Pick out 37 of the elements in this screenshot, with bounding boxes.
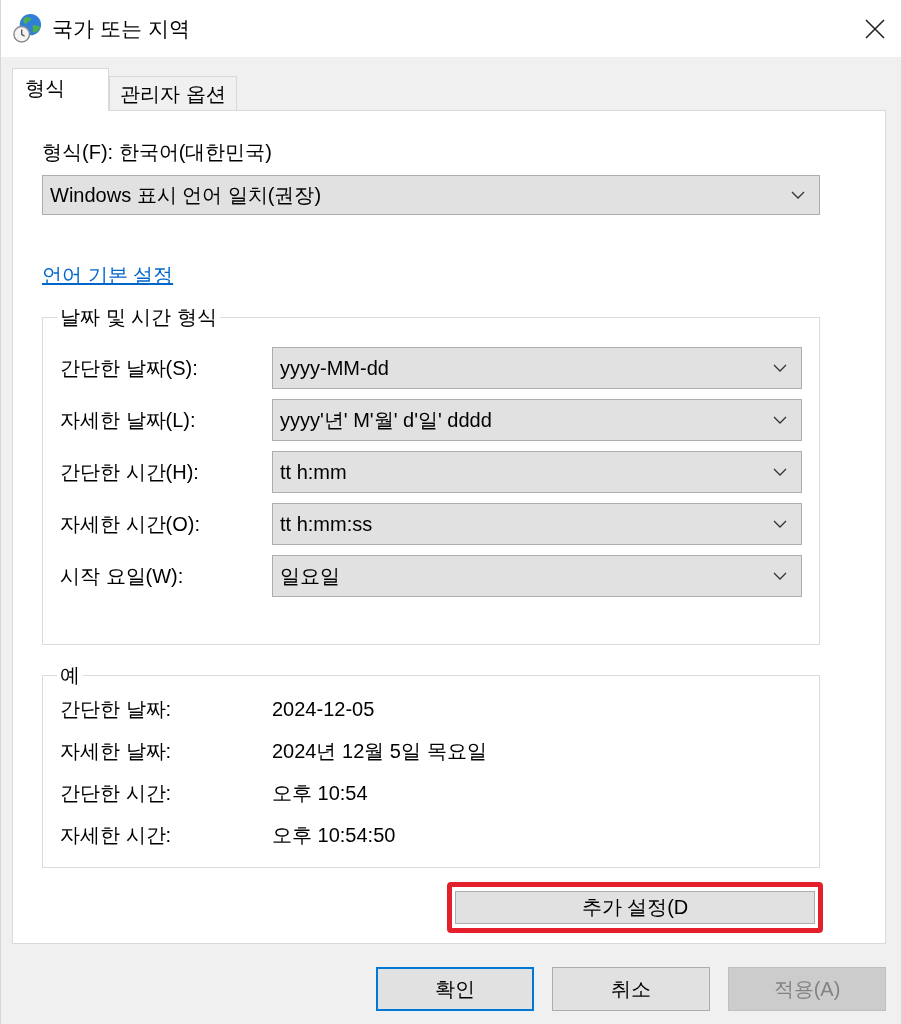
tab[interactable]: 형식 [12,68,109,111]
field-label: 자세한 날짜(L): [60,407,197,433]
format-dropdown[interactable]: yyyy'년' M'월' d'일' dddd [272,399,802,441]
group-title: 예 [59,663,81,687]
field-label: 시작 요일(W): [60,563,185,589]
format-label: 형식(F): 한국어(대한민국) [42,140,273,164]
format-dropdown[interactable]: Windows 표시 언어 일치(권장) [42,175,820,215]
additional-settings-button[interactable]: 추가 설정(D [455,891,815,924]
format-dropdown[interactable]: yyyy-MM-dd [272,347,802,389]
close-icon[interactable] [865,18,885,39]
chevron-down-icon [773,468,787,476]
group-title: 날짜 및 시간 형식 [59,305,218,329]
chevron-down-icon [773,572,787,580]
dialog-button[interactable]: 취소 [552,967,710,1011]
field-label: 간단한 시간(H): [60,459,200,485]
field-label: 간단한 날짜(S): [60,355,199,381]
format-dropdown[interactable]: tt h:mm:ss [272,503,802,545]
example-value: 오후 10:54 [272,780,368,806]
example-value: 2024-12-05 [272,697,375,721]
globe-clock-icon [12,13,43,44]
dialog-button[interactable]: 확인 [376,967,534,1011]
example-label: 간단한 날짜: [60,696,173,722]
format-dropdown[interactable]: tt h:mm [272,451,802,493]
field-label: 자세한 시간(O): [60,511,201,537]
example-value: 오후 10:54:50 [272,822,396,848]
window-title: 국가 또는 지역 [52,15,190,42]
chevron-down-icon [773,364,787,372]
chevron-down-icon [791,191,805,199]
chevron-down-icon [773,520,787,528]
example-value: 2024년 12월 5일 목요일 [272,738,487,764]
language-settings-link[interactable]: 언어 기본 설정 [42,263,174,287]
example-label: 간단한 시간: [60,780,173,806]
format-dropdown[interactable]: 일요일 [272,555,802,597]
example-label: 자세한 날짜: [60,738,173,764]
example-label: 자세한 시간: [60,822,173,848]
chevron-down-icon [773,416,787,424]
tab[interactable]: 관리자 옵션 [109,76,237,110]
